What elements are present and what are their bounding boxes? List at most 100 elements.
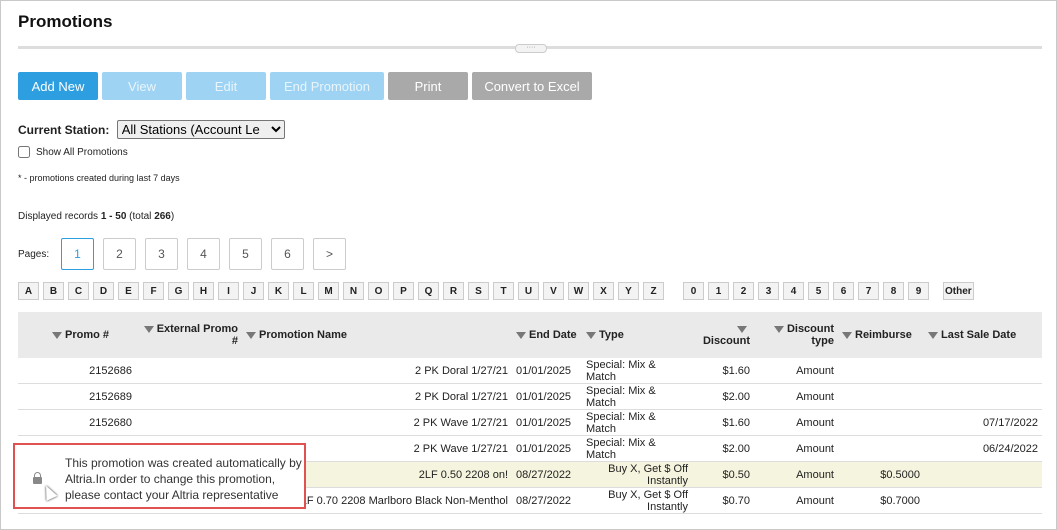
header-label: End Date <box>529 329 577 341</box>
filter-icon[interactable] <box>516 331 526 339</box>
table-cell <box>924 461 1042 488</box>
table-cell: Special: Mix & Match <box>582 435 692 462</box>
letter-filter-2[interactable]: 2 <box>733 282 754 300</box>
end-promotion-button[interactable]: End Promotion <box>270 72 384 100</box>
letter-filter-c[interactable]: C <box>68 282 89 300</box>
filter-icon[interactable] <box>842 331 852 339</box>
header-last-sale-date[interactable]: Last Sale Date <box>924 312 1042 358</box>
header-label: Type <box>599 329 624 341</box>
table-cell: 01/01/2025 <box>512 358 582 384</box>
show-all-checkbox[interactable] <box>18 146 30 158</box>
table-cell: $2.00 <box>692 435 754 462</box>
table-cell: Amount <box>754 383 838 410</box>
letter-filter-m[interactable]: M <box>318 282 339 300</box>
table-cell: $2.00 <box>692 383 754 410</box>
table-cell: 06/24/2022 <box>924 435 1042 462</box>
convert-to-excel-button[interactable]: Convert to Excel <box>472 72 592 100</box>
table-cell <box>924 383 1042 410</box>
table-cell: Buy X, Get $ Off Instantly <box>582 461 692 488</box>
letter-filter-x[interactable]: X <box>593 282 614 300</box>
records-prefix: Displayed records <box>18 211 101 222</box>
table-cell: Amount <box>754 358 838 384</box>
lock-cell <box>18 383 48 410</box>
header-label: Promo # <box>65 329 110 341</box>
letter-filter-other[interactable]: Other <box>943 282 974 300</box>
letter-filter-n[interactable]: N <box>343 282 364 300</box>
table-cell: 2152686 <box>48 358 136 384</box>
station-select[interactable]: All Stations (Account Le <box>116 120 285 139</box>
filter-icon[interactable] <box>52 331 62 339</box>
letter-filter-v[interactable]: V <box>543 282 564 300</box>
table-cell: 2152689 <box>48 383 136 410</box>
page-next-button[interactable]: > <box>313 238 346 270</box>
letter-filter-f[interactable]: F <box>143 282 164 300</box>
show-all-label: Show All Promotions <box>36 146 128 158</box>
letter-filter-4[interactable]: 4 <box>783 282 804 300</box>
letter-filter-1[interactable]: 1 <box>708 282 729 300</box>
header-discount-type[interactable]: Discount type <box>754 312 838 358</box>
letter-filter-e[interactable]: E <box>118 282 139 300</box>
show-all-row: Show All Promotions <box>18 146 128 158</box>
letter-filter-i[interactable]: I <box>218 282 239 300</box>
filter-icon[interactable] <box>737 325 747 333</box>
letter-filter-g[interactable]: G <box>168 282 189 300</box>
page-button-2[interactable]: 2 <box>103 238 136 270</box>
letter-filter-d[interactable]: D <box>93 282 114 300</box>
table-row[interactable]: 2152680 2 PK Wave 1/27/21 01/01/2025 Specia… <box>18 409 1042 436</box>
letter-filter-j[interactable]: J <box>243 282 264 300</box>
letter-filter-s[interactable]: S <box>468 282 489 300</box>
letter-filter-a[interactable]: A <box>18 282 39 300</box>
filter-icon[interactable] <box>246 331 256 339</box>
letter-filter-7[interactable]: 7 <box>858 282 879 300</box>
letter-filter-6[interactable]: 6 <box>833 282 854 300</box>
page-button-5[interactable]: 5 <box>229 238 262 270</box>
page-button-1[interactable]: 1 <box>61 238 94 270</box>
header-promotion-name[interactable]: Promotion Name <box>242 312 512 358</box>
letter-filter-y[interactable]: Y <box>618 282 639 300</box>
letter-filter-l[interactable]: L <box>293 282 314 300</box>
letter-filter-8[interactable]: 8 <box>883 282 904 300</box>
letter-filter-9[interactable]: 9 <box>908 282 929 300</box>
header-end-date[interactable]: End Date <box>512 312 582 358</box>
letter-filter-b[interactable]: B <box>43 282 64 300</box>
letter-filter-w[interactable]: W <box>568 282 589 300</box>
filter-icon[interactable] <box>928 331 938 339</box>
letter-filter-3[interactable]: 3 <box>758 282 779 300</box>
table-row[interactable]: 2152686 2 PK Doral 1/27/21 01/01/2025 Speci… <box>18 358 1042 384</box>
header-label: Last Sale Date <box>941 329 1017 341</box>
filter-icon[interactable] <box>586 331 596 339</box>
page-button-3[interactable]: 3 <box>145 238 178 270</box>
letter-filter-0[interactable]: 0 <box>683 282 704 300</box>
records-summary: Displayed records 1 - 50 (total 266) <box>18 211 174 222</box>
filter-icon[interactable] <box>773 325 784 333</box>
table-cell <box>136 383 242 410</box>
filter-icon[interactable] <box>143 325 154 333</box>
print-button[interactable]: Print <box>388 72 468 100</box>
page-button-6[interactable]: 6 <box>271 238 304 270</box>
view-button[interactable]: View <box>102 72 182 100</box>
letter-filter-t[interactable]: T <box>493 282 514 300</box>
table-cell: Special: Mix & Match <box>582 409 692 436</box>
letter-filter-z[interactable]: Z <box>643 282 664 300</box>
table-row[interactable]: 2152689 2 PK Doral 1/27/21 01/01/2025 Speci… <box>18 383 1042 410</box>
letter-filter-o[interactable]: O <box>368 282 389 300</box>
page-button-4[interactable]: 4 <box>187 238 220 270</box>
header-discount[interactable]: Discount <box>692 312 754 358</box>
header-external-promo[interactable]: External Promo # <box>136 312 242 358</box>
tooltip-text: This promotion was created automatically… <box>65 456 302 502</box>
header-reimburse[interactable]: Reimburse <box>838 312 924 358</box>
letter-filter-q[interactable]: Q <box>418 282 439 300</box>
letter-filter-u[interactable]: U <box>518 282 539 300</box>
letter-filter-bar: A B C D E F G H I J K L M N O P Q R S T U V W X Y Z 0 1 2 3 4 5 6 7 8 9 Othe… <box>18 282 978 300</box>
letter-filter-5[interactable]: 5 <box>808 282 829 300</box>
header-promo-number[interactable]: Promo # <box>48 312 136 358</box>
edit-button[interactable]: Edit <box>186 72 266 100</box>
table-cell <box>136 409 242 436</box>
add-new-button[interactable]: Add New <box>18 72 98 100</box>
header-type[interactable]: Type <box>582 312 692 358</box>
letter-filter-h[interactable]: H <box>193 282 214 300</box>
letter-filter-r[interactable]: R <box>443 282 464 300</box>
letter-filter-p[interactable]: P <box>393 282 414 300</box>
collapse-grip[interactable]: ···· <box>515 44 547 53</box>
letter-filter-k[interactable]: K <box>268 282 289 300</box>
